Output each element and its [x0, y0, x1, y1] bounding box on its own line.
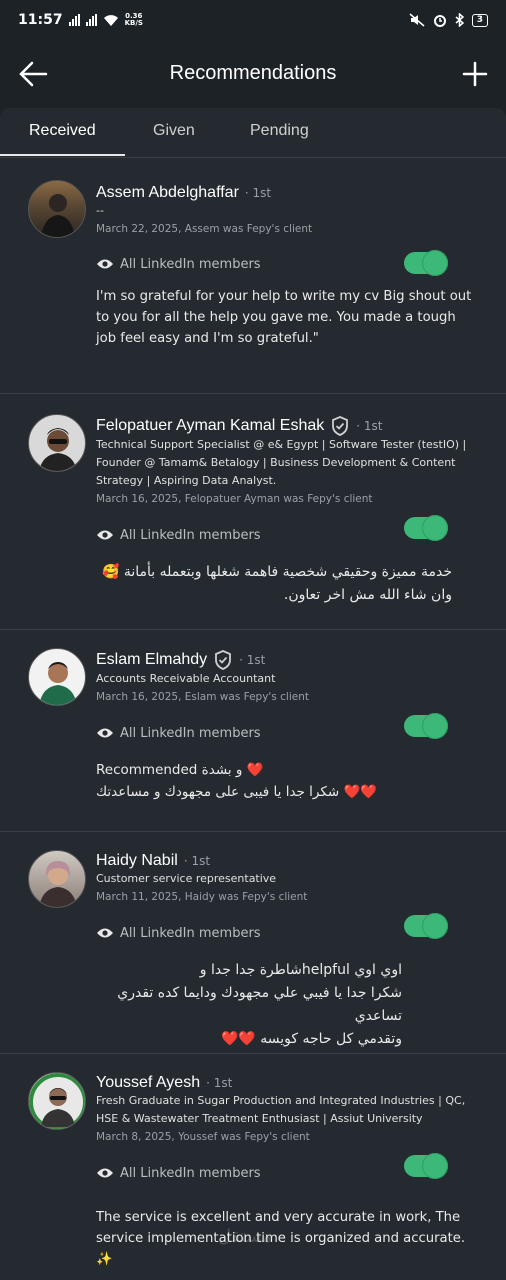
visibility-label: All LinkedIn members	[120, 725, 261, 741]
recommendation-meta: March 11, 2025, Haidy was Fepy's client	[96, 891, 308, 903]
visibility-row: All LinkedIn members	[96, 515, 482, 555]
add-icon[interactable]	[462, 60, 488, 88]
visibility-row: All LinkedIn members	[96, 913, 482, 953]
show-on-profile-toggle[interactable]	[404, 250, 448, 276]
recommender-name[interactable]: Haidy Nabil	[96, 852, 178, 870]
recommender-headline: Technical Support Specialist @ e& Egypt …	[96, 438, 467, 487]
connection-degree: · 1st	[244, 186, 272, 200]
avatar[interactable]	[28, 180, 86, 238]
recommendations-sheet: Received Given Pending Assem Abdelghaffa…	[0, 108, 506, 1280]
recommender-name[interactable]: Youssef Ayesh	[96, 1074, 200, 1092]
avatar[interactable]	[28, 414, 86, 472]
recommender-name[interactable]: Eslam Elmahdy	[96, 651, 207, 669]
eye-icon	[97, 728, 113, 738]
recommendation-text: I'm so grateful for your help to write m…	[96, 289, 472, 346]
recommendation-text: اوي اوي helpfulشاطرة جدا جدا و شكرا جدا …	[117, 962, 402, 1047]
recommendation-meta: March 16, 2025, Eslam was Fepy's client	[96, 691, 309, 703]
avatar[interactable]	[28, 1072, 86, 1130]
visibility-row: All LinkedIn members	[96, 244, 482, 284]
active-tab-indicator	[0, 154, 125, 156]
mute-icon	[409, 13, 425, 27]
battery-icon: 3	[471, 13, 488, 27]
wifi-icon	[103, 14, 118, 26]
recommendation-item: Eslam Elmahdy · 1st Accounts Receivable …	[0, 630, 506, 832]
visibility-label: All LinkedIn members	[120, 527, 261, 543]
visibility-label: All LinkedIn members	[120, 925, 261, 941]
tab-bar: Received Given Pending	[0, 108, 506, 158]
tab-given[interactable]: Given	[153, 122, 195, 140]
recommendation-meta: March 16, 2025, Felopatuer Ayman was Fep…	[96, 493, 373, 505]
tab-pending[interactable]: Pending	[250, 122, 309, 140]
recommendation-text: Recommended و بشدة ❤️ شكرا جدا يا فيبى ع…	[96, 762, 378, 800]
show-on-profile-toggle[interactable]	[404, 913, 448, 939]
app-bar: Recommendations	[0, 40, 506, 108]
signal-icon-2	[85, 14, 97, 26]
recommendation-item: Felopatuer Ayman Kamal Eshak · 1st Techn…	[0, 394, 506, 630]
recommendation-item: Assem Abdelghaffar · 1st -- March 22, 20…	[0, 158, 506, 394]
recommendation-text: خدمة مميزة وحقيقي شخصية فاهمة شغلها وبتع…	[101, 564, 452, 603]
watermark: مستقل	[218, 1226, 272, 1247]
visibility-label: All LinkedIn members	[120, 1165, 261, 1181]
recommendation-item: Haidy Nabil · 1st Customer service repre…	[0, 832, 506, 1054]
connection-degree: · 1st	[206, 1076, 233, 1090]
bluetooth-icon	[455, 13, 464, 27]
recommender-name[interactable]: Assem Abdelghaffar	[96, 184, 239, 202]
page-title: Recommendations	[169, 62, 337, 84]
visibility-row: All LinkedIn members	[96, 713, 482, 753]
verified-icon	[332, 416, 349, 436]
network-speed: 0.36 KB/S	[124, 12, 143, 27]
visibility-row: All LinkedIn members	[96, 1153, 482, 1193]
recommender-headline: Fresh Graduate in Sugar Production and I…	[96, 1094, 466, 1125]
visibility-label: All LinkedIn members	[120, 256, 261, 272]
connection-degree: · 1st	[239, 653, 266, 667]
connection-degree: · 1st	[183, 854, 211, 868]
eye-icon	[97, 530, 113, 540]
avatar[interactable]	[28, 648, 86, 706]
recommender-name[interactable]: Felopatuer Ayman Kamal Eshak	[96, 417, 324, 435]
avatar[interactable]	[28, 850, 86, 908]
eye-icon	[97, 928, 113, 938]
show-on-profile-toggle[interactable]	[404, 1153, 448, 1179]
recommendation-meta: March 8, 2025, Youssef was Fepy's client	[96, 1131, 310, 1143]
eye-icon	[97, 259, 113, 269]
alarm-icon	[433, 15, 446, 27]
verified-icon	[215, 650, 232, 670]
show-on-profile-toggle[interactable]	[404, 515, 448, 541]
recommendation-meta: March 22, 2025, Assem was Fepy's client	[96, 223, 313, 235]
status-bar: 11:57 0.36 KB/S 3	[0, 0, 506, 40]
signal-icon	[68, 14, 80, 26]
recommender-headline: --	[96, 204, 104, 217]
eye-icon	[97, 1168, 113, 1178]
tab-received[interactable]: Received	[29, 122, 96, 140]
show-on-profile-toggle[interactable]	[404, 713, 448, 739]
connection-degree: · 1st	[356, 419, 383, 433]
recommender-headline: Accounts Receivable Accountant	[96, 672, 276, 685]
recommendation-text: The service is excellent and very accura…	[96, 1210, 466, 1267]
status-time: 11:57	[18, 12, 63, 28]
recommender-headline: Customer service representative	[96, 872, 277, 885]
